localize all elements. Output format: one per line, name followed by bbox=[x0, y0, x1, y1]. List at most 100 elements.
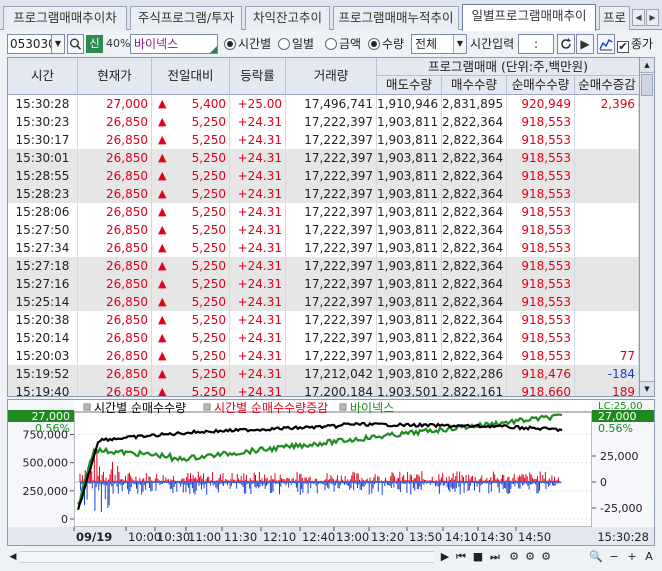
stock-code-input[interactable]: 053030 bbox=[7, 34, 56, 54]
header-rate[interactable]: 등락률 bbox=[230, 58, 286, 95]
table-row[interactable]: 15:27:18 26,850 ▲ 5,250 +24.31 17,222,397 1,90… bbox=[8, 257, 639, 275]
up-triangle-icon: ▲ bbox=[158, 205, 167, 218]
chart-setting-1-icon[interactable]: ⚙ bbox=[506, 549, 522, 565]
table-row[interactable]: 15:27:50 26,850 ▲ 5,250 +24.31 17,222,397 1,90… bbox=[8, 221, 639, 239]
next-page-icon[interactable]: ▶ bbox=[576, 34, 594, 54]
tab-arbitrage-balance-trend[interactable]: 차익잔고추이 bbox=[245, 6, 330, 30]
header-sell-qty[interactable]: 매도수량 bbox=[377, 76, 442, 95]
tab-program-trend-chart[interactable]: 프로그램매매추이차 bbox=[3, 6, 127, 30]
chart-zoom-in-icon[interactable]: + bbox=[624, 549, 640, 565]
tab-daily-program-trend[interactable]: 일별프로그램매매추이 bbox=[462, 4, 596, 31]
chart-toggle-icon[interactable] bbox=[597, 34, 615, 54]
cell-value: 15:19:40 bbox=[15, 385, 70, 397]
cell-net: 918,553 bbox=[507, 239, 575, 257]
cell-value: 2,822,161 bbox=[442, 385, 504, 397]
table-row[interactable]: 15:28:55 26,850 ▲ 5,250 +24.31 17,222,397 1,90… bbox=[8, 167, 639, 185]
cell-time: 15:27:16 bbox=[8, 275, 78, 293]
table-row[interactable]: 15:27:16 26,850 ▲ 5,250 +24.31 17,222,397 1,90… bbox=[8, 275, 639, 293]
close-price-checkbox[interactable]: ✔ 종가 bbox=[617, 36, 653, 53]
header-volume[interactable]: 거래량 bbox=[286, 58, 377, 95]
cell-price: 26,850 bbox=[78, 221, 152, 239]
chart-setting-3-icon[interactable]: ⚙ bbox=[538, 549, 554, 565]
table-row[interactable]: 15:30:01 26,850 ▲ 5,250 +24.31 17,222,397 1,90… bbox=[8, 149, 639, 167]
tab-stock-program-investor[interactable]: 주식프로그램/투자 bbox=[130, 6, 242, 30]
chart-setting-2-icon[interactable]: ⚙ bbox=[522, 549, 538, 565]
chart-stop-icon[interactable]: ■ bbox=[470, 549, 486, 565]
cell-volume: 17,222,397 bbox=[286, 203, 377, 221]
chart-first-icon[interactable]: ⏮ bbox=[453, 549, 469, 565]
table-row[interactable]: 15:19:40 26,850 ▲ 5,250 +24.31 17,200,184 1,90… bbox=[8, 383, 639, 397]
x-tick-label: 11:00 bbox=[188, 530, 221, 544]
cell-value: 2,822,364 bbox=[442, 223, 504, 237]
chart-horizontal-scrollbar[interactable] bbox=[20, 551, 434, 563]
stock-code-dropdown-icon[interactable]: ▼ bbox=[51, 34, 65, 54]
table-row[interactable]: 15:30:28 27,000 ▲ 5,400 +25.00 17,496,741 1,91… bbox=[8, 95, 639, 113]
scroll-thumb[interactable] bbox=[641, 74, 653, 96]
cell-buy: 2,822,364 bbox=[442, 293, 507, 311]
cell-value: 26,850 bbox=[106, 223, 148, 237]
header-change[interactable]: 전일대비 bbox=[152, 58, 230, 95]
cell-sell: 1,903,811 bbox=[377, 221, 442, 239]
grid-vertical-scrollbar[interactable]: ▲ ▼ bbox=[640, 57, 655, 397]
chart-font-icon[interactable]: A bbox=[641, 549, 657, 565]
cell-sell: 1,903,811 bbox=[377, 329, 442, 347]
radio-day-view[interactable]: 일별 bbox=[278, 36, 314, 52]
cell-net: 918,553 bbox=[507, 221, 575, 239]
header-price[interactable]: 현재가 bbox=[78, 58, 152, 95]
search-icon[interactable] bbox=[67, 34, 84, 54]
cell-value: 1,903,811 bbox=[377, 331, 439, 345]
header-net-change[interactable]: 순매수증감 bbox=[575, 76, 639, 95]
table-row[interactable]: 15:28:23 26,850 ▲ 5,250 +24.31 17,222,397 1,90… bbox=[8, 185, 639, 203]
table-row[interactable]: 15:25:14 26,850 ▲ 5,250 +24.31 17,222,397 1,90… bbox=[8, 293, 639, 311]
cell-value: 918,553 bbox=[521, 259, 571, 273]
cell-value: 15:30:23 bbox=[15, 115, 70, 129]
cell-sell: 1,903,501 bbox=[377, 383, 442, 396]
cell-delta: 189 bbox=[575, 383, 639, 396]
chart-zoom-out-icon[interactable]: − bbox=[606, 549, 622, 565]
table-row[interactable]: 15:20:38 26,850 ▲ 5,250 +24.31 17,222,397 1,90… bbox=[8, 311, 639, 329]
x-tick-label: 10:30 bbox=[157, 530, 190, 544]
stock-name-text: 바이넥스 bbox=[134, 37, 179, 51]
tab-scroll-right-icon[interactable]: ▶ bbox=[646, 9, 659, 26]
scroll-up-icon[interactable]: ▲ bbox=[640, 58, 654, 73]
refresh-icon[interactable] bbox=[557, 34, 575, 54]
table-row[interactable]: 15:30:23 26,850 ▲ 5,250 +24.31 17,222,397 1,90… bbox=[8, 113, 639, 131]
cell-price: 26,850 bbox=[78, 167, 152, 185]
radio-quantity[interactable]: 수량 bbox=[368, 36, 404, 52]
header-time[interactable]: 시간 bbox=[8, 58, 78, 95]
scope-select[interactable]: 전체 ▼ bbox=[411, 34, 467, 54]
cell-delta bbox=[575, 113, 639, 131]
time-input[interactable]: : bbox=[518, 34, 554, 54]
radio-amount[interactable]: 금액 bbox=[325, 36, 361, 52]
header-net-qty[interactable]: 순매수수량 bbox=[507, 76, 575, 95]
table-row[interactable]: 15:19:52 26,850 ▲ 5,250 +24.31 17,212,042 1,90… bbox=[8, 365, 639, 383]
cell-value: 15:30:17 bbox=[15, 133, 70, 147]
table-row[interactable]: 15:20:03 26,850 ▲ 5,250 +24.31 17,222,397 1,90… bbox=[8, 347, 639, 365]
cell-rate: +24.31 bbox=[230, 113, 286, 131]
tab-scroll-left-icon[interactable]: ◀ bbox=[632, 9, 645, 26]
cell-value: 2,822,364 bbox=[442, 169, 504, 183]
chart-scroll-left-icon[interactable]: ◀ bbox=[7, 549, 19, 565]
tab-program-cumulative-trend[interactable]: 프로그램매매누적추이 bbox=[333, 6, 459, 30]
scroll-down-icon[interactable]: ▼ bbox=[640, 381, 654, 396]
table-row[interactable]: 15:20:14 26,850 ▲ 5,250 +24.31 17,222,397 1,90… bbox=[8, 329, 639, 347]
program-trend-chart[interactable]: 750,000 500,000 250,000 0 27,000 0.56% 25,000 0… bbox=[7, 399, 655, 546]
tab-program-more[interactable]: 프로 bbox=[599, 6, 630, 30]
table-row[interactable]: 15:28:06 26,850 ▲ 5,250 +24.31 17,222,397 1,90… bbox=[8, 203, 639, 221]
table-row[interactable]: 15:27:34 26,850 ▲ 5,250 +24.31 17,222,397 1,90… bbox=[8, 239, 639, 257]
cell-value: +24.31 bbox=[237, 133, 282, 147]
header-buy-qty[interactable]: 매수수량 bbox=[442, 76, 507, 95]
cell-value: 2,822,364 bbox=[442, 331, 504, 345]
chart-last-icon[interactable]: ⏭ bbox=[487, 549, 503, 565]
stock-name-field[interactable]: 바이넥스 bbox=[130, 34, 218, 54]
cell-rate: +24.31 bbox=[230, 131, 286, 149]
cell-value: 918,553 bbox=[521, 313, 571, 327]
cell-value: 2,822,286 bbox=[442, 367, 504, 381]
chart-scroll-right-icon[interactable]: ▶ bbox=[437, 549, 453, 565]
radio-time-view[interactable]: 시간별 bbox=[224, 36, 271, 52]
cell-value: 26,850 bbox=[106, 241, 148, 255]
x-tick-label: 13:20 bbox=[371, 530, 404, 544]
cell-volume: 17,222,397 bbox=[286, 329, 377, 347]
chart-zoom-icon[interactable]: 🔍 bbox=[588, 549, 604, 565]
table-row[interactable]: 15:30:17 26,850 ▲ 5,250 +24.31 17,222,397 1,90… bbox=[8, 131, 639, 149]
